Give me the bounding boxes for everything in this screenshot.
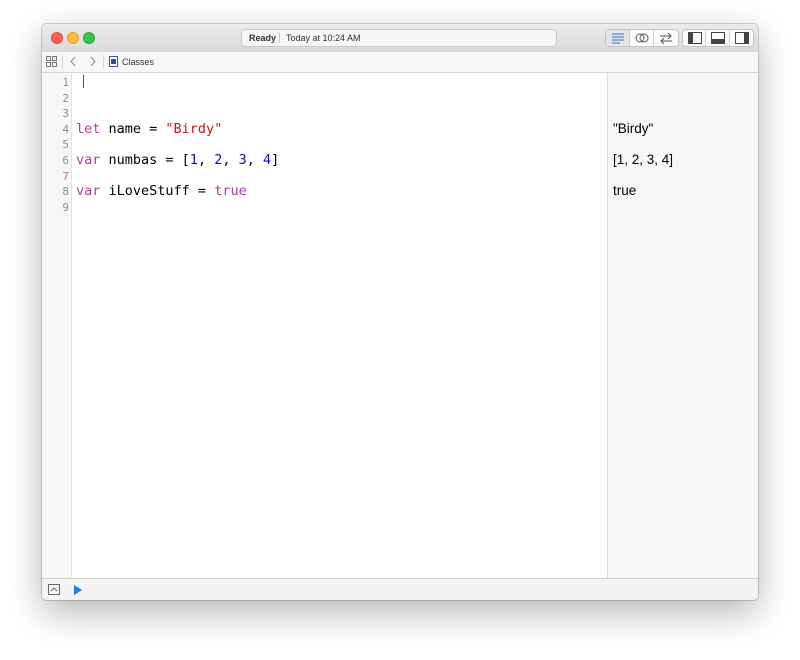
jump-bar-file-name[interactable]: Classes <box>122 57 154 67</box>
jump-bar-divider <box>62 55 63 69</box>
assistant-editor-icon <box>635 33 649 43</box>
activity-separator <box>279 33 280 43</box>
code-token: iLoveStuff = <box>100 183 215 200</box>
keyword-token: var <box>76 183 101 200</box>
minimize-window-button[interactable] <box>67 32 79 44</box>
title-bar: Ready Today at 10:24 AM <box>42 24 758 53</box>
play-icon[interactable] <box>73 585 83 595</box>
utilities-toggle-icon <box>734 32 749 44</box>
result-value-line-6[interactable]: [1, 2, 3, 4] <box>613 152 673 168</box>
text-cursor <box>83 75 84 88</box>
version-editor-icon <box>660 32 672 44</box>
code-token: name = <box>100 120 166 137</box>
result-value-line-8[interactable]: true <box>613 183 636 199</box>
standard-editor-button[interactable] <box>606 30 630 46</box>
code-token: ] <box>271 152 280 168</box>
result-value-line-4[interactable]: "Birdy" <box>613 121 653 137</box>
string-literal: "Birdy" <box>165 120 223 137</box>
code-line-4[interactable]: let name = "Birdy" <box>76 120 223 138</box>
line-number: 6 <box>62 154 69 167</box>
source-editor[interactable]: 1 2 3 4 5 6 7 8 9 let name = "Birdy" var… <box>42 73 758 578</box>
number-literal: 1 <box>189 152 198 168</box>
chevron-right-icon[interactable] <box>89 56 97 67</box>
keyword-token: true <box>214 183 247 200</box>
navigator-toggle-icon <box>688 32 702 44</box>
keyword-token: let <box>76 120 101 137</box>
results-sidebar: "Birdy" [1, 2, 3, 4] true <box>607 73 758 578</box>
line-number: 3 <box>62 107 69 121</box>
code-token: , <box>197 152 215 168</box>
navigator-toggle-button[interactable] <box>683 30 707 46</box>
line-number: 7 <box>62 169 69 183</box>
jump-bar-divider <box>103 55 104 69</box>
code-token: numbas = [ <box>100 152 190 168</box>
code-line-8[interactable]: var iLoveStuff = true <box>76 183 247 200</box>
standard-editor-icon <box>612 33 624 44</box>
line-number: 5 <box>62 138 69 152</box>
code-line-6[interactable]: var numbas = [1, 2, 3, 4] <box>76 152 280 169</box>
utilities-toggle-button[interactable] <box>730 30 753 46</box>
view-toggle-control <box>682 29 754 47</box>
assistant-editor-button[interactable] <box>630 30 654 46</box>
playground-window: Ready Today at 10:24 AM Classes 1 2 3 4 … <box>42 24 758 600</box>
jump-bar: Classes <box>42 52 758 73</box>
grid-icon[interactable] <box>46 56 57 67</box>
line-number: 8 <box>62 185 69 199</box>
activity-status: Ready <box>249 33 277 43</box>
code-token: , <box>222 152 239 168</box>
activity-viewer: Ready Today at 10:24 AM <box>241 29 557 47</box>
number-literal: 3 <box>238 152 247 168</box>
debug-area-toggle-button[interactable] <box>706 30 730 46</box>
chevron-left-icon[interactable] <box>69 56 77 67</box>
number-literal: 4 <box>263 152 272 168</box>
line-number: 4 <box>62 122 69 136</box>
line-number: 1 <box>62 76 69 89</box>
keyword-token: var <box>76 152 101 168</box>
activity-time: Today at 10:24 AM <box>286 33 361 43</box>
console-toggle-icon[interactable] <box>48 584 60 595</box>
line-number: 9 <box>62 200 69 214</box>
version-editor-button[interactable] <box>654 30 678 46</box>
zoom-window-button[interactable] <box>83 32 95 44</box>
editor-mode-control <box>605 29 679 47</box>
line-number-gutter: 1 2 3 4 5 6 7 8 9 <box>42 73 72 578</box>
line-number: 2 <box>62 91 69 105</box>
playground-file-icon[interactable] <box>109 56 118 67</box>
code-token: , <box>246 152 264 168</box>
debug-area-toggle-icon <box>711 32 726 44</box>
bottom-bar <box>42 578 758 600</box>
close-window-button[interactable] <box>51 32 63 44</box>
